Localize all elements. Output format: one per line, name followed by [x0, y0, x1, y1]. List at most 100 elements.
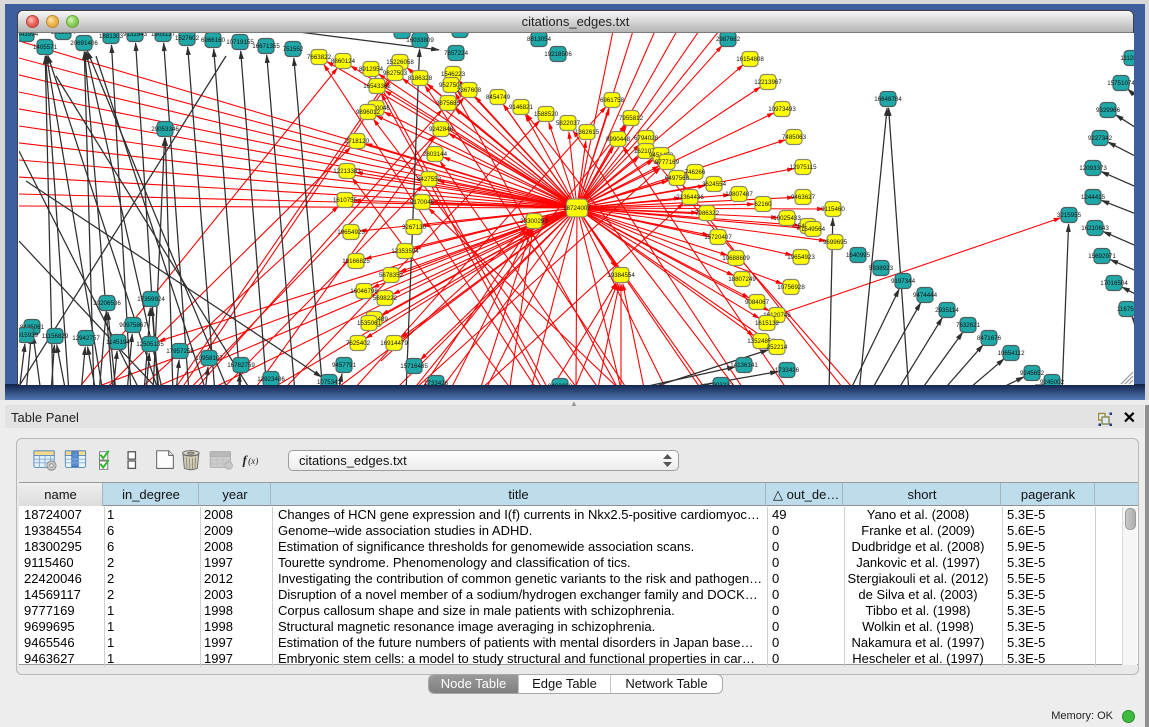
svg-text:12505135: 12505135	[136, 341, 164, 348]
svg-text:1640995: 1640995	[846, 252, 871, 259]
svg-text:9115460: 9115460	[821, 206, 845, 213]
svg-text:10688609: 10688609	[722, 255, 750, 262]
svg-text:1588520: 1588520	[534, 111, 559, 118]
svg-text:1535061: 1535061	[357, 320, 382, 327]
svg-text:1112803: 1112803	[1120, 55, 1134, 62]
svg-text:6497568: 6497568	[665, 175, 690, 182]
svg-text:5678352: 5678352	[379, 272, 404, 279]
svg-text:19654923: 19654923	[787, 254, 815, 261]
svg-text:19384554: 19384554	[607, 272, 635, 279]
svg-text:10025433: 10025433	[773, 215, 801, 222]
svg-text:1405571: 1405571	[33, 44, 58, 51]
svg-text:10958107: 10958107	[195, 355, 223, 362]
svg-text:2367608: 2367608	[457, 87, 482, 94]
svg-text:7986322: 7986322	[695, 210, 720, 217]
svg-text:8186328: 8186328	[408, 75, 433, 82]
svg-text:3267130: 3267130	[402, 224, 427, 231]
svg-text:16671355: 16671355	[252, 43, 280, 50]
svg-text:9463002: 9463002	[548, 383, 573, 385]
svg-text:3215955: 3215955	[1057, 212, 1082, 219]
svg-text:19166825: 19166825	[342, 258, 370, 265]
svg-text:9146821: 9146821	[509, 104, 534, 111]
svg-text:2093994: 2093994	[51, 33, 76, 36]
svg-text:(x): (x)	[248, 456, 258, 466]
svg-text:16033809: 16033809	[406, 37, 434, 44]
svg-text:1063327: 1063327	[390, 33, 415, 35]
svg-text:9197344: 9197344	[891, 278, 916, 285]
svg-text:2718120: 2718120	[345, 138, 370, 145]
svg-text:9827503: 9827503	[383, 70, 408, 77]
svg-text:12353594: 12353594	[391, 248, 419, 255]
svg-text:1733426: 1733426	[775, 367, 800, 374]
svg-text:23300293: 23300293	[520, 218, 548, 225]
svg-text:16648784: 16648784	[874, 96, 902, 103]
svg-text:9896012: 9896012	[356, 109, 381, 116]
svg-text:8912954: 8912954	[359, 66, 384, 73]
svg-text:15751074: 15751074	[1107, 80, 1134, 87]
svg-text:12213967: 12213967	[754, 79, 782, 86]
svg-text:8454749: 8454749	[486, 94, 511, 101]
svg-text:18807249: 18807249	[728, 276, 756, 283]
svg-text:7955812: 7955812	[619, 115, 644, 122]
svg-text:10756928: 10756928	[777, 284, 805, 291]
svg-text:18724007: 18724007	[563, 205, 591, 212]
svg-text:9131943: 9131943	[123, 33, 148, 38]
svg-text:16543362: 16543362	[363, 83, 391, 90]
svg-text:1145194: 1145194	[106, 339, 130, 346]
svg-text:751552: 751552	[283, 46, 304, 53]
svg-text:6794028: 6794028	[634, 135, 659, 142]
svg-text:1549564: 1549564	[801, 226, 826, 233]
svg-text:1861304: 1861304	[448, 33, 473, 34]
svg-text:7663822: 7663822	[307, 54, 332, 61]
svg-text:9245652: 9245652	[1020, 370, 1045, 377]
svg-text:62160: 62160	[754, 201, 772, 208]
svg-text:7857224: 7857224	[444, 50, 469, 57]
svg-text:9245002: 9245002	[1040, 379, 1065, 385]
svg-text:7625402: 7625402	[346, 340, 371, 347]
svg-text:20691406: 20691406	[70, 40, 98, 47]
svg-text:1881303: 1881303	[99, 33, 124, 40]
svg-text:15720407: 15720407	[704, 234, 732, 241]
svg-text:16914479: 16914479	[380, 340, 408, 347]
svg-text:3624554: 3624554	[702, 181, 727, 188]
svg-text:12975115: 12975115	[789, 164, 817, 171]
svg-text:19218506: 19218506	[544, 51, 572, 58]
svg-text:17957255: 17957255	[166, 348, 194, 355]
svg-text:15716485: 15716485	[400, 363, 428, 370]
svg-text:9329966: 9329966	[1096, 107, 1121, 114]
svg-text:1903137: 1903137	[151, 33, 176, 38]
svg-text:1527602: 1527602	[175, 35, 200, 42]
svg-text:8471676: 8471676	[977, 335, 1002, 342]
svg-text:3915939: 3915939	[19, 332, 39, 339]
svg-text:8343994: 8343994	[19, 33, 39, 38]
svg-text:2935114: 2935114	[935, 307, 959, 314]
svg-text:12093373: 12093373	[1079, 165, 1107, 172]
svg-text:29053346: 29053346	[151, 126, 179, 133]
svg-text:1244415: 1244415	[1081, 194, 1106, 201]
svg-text:8860124: 8860124	[331, 58, 356, 65]
svg-text:12923486: 12923486	[257, 376, 285, 383]
svg-text:9084067: 9084067	[745, 299, 770, 306]
svg-text:9699695: 9699695	[823, 239, 848, 246]
svg-text:7632621: 7632621	[956, 322, 981, 329]
svg-text:16046798: 16046798	[350, 288, 378, 295]
svg-text:5698222: 5698222	[373, 295, 398, 302]
svg-text:20206536: 20206536	[93, 300, 121, 307]
svg-text:14136141: 14136141	[730, 362, 758, 369]
svg-text:1362615: 1362615	[575, 129, 600, 136]
svg-text:12213383: 12213383	[333, 168, 361, 175]
svg-text:9777169: 9777169	[655, 159, 680, 166]
svg-text:16782759: 16782759	[227, 362, 255, 369]
svg-text:9457791: 9457791	[332, 362, 357, 369]
svg-text:7485063: 7485063	[782, 134, 807, 141]
svg-text:5938923: 5938923	[869, 265, 894, 272]
svg-text:8813054: 8813054	[527, 36, 552, 43]
svg-text:1733426: 1733426	[424, 380, 449, 385]
svg-text:1610755: 1610755	[333, 197, 358, 204]
svg-text:10654112: 10654112	[997, 350, 1025, 357]
svg-text:9242848: 9242848	[429, 126, 454, 133]
svg-text:16154808: 16154808	[736, 56, 764, 63]
svg-text:10973493: 10973493	[768, 106, 796, 113]
svg-text:9463627: 9463627	[791, 194, 816, 201]
svg-text:11156829: 11156829	[42, 333, 69, 340]
